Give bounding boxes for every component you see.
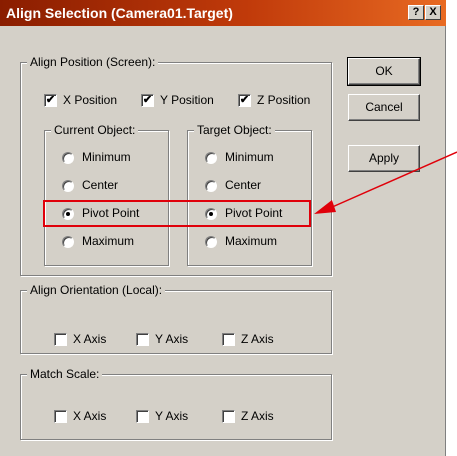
help-button[interactable]: ? [408, 5, 424, 20]
target-object-radio-button[interactable] [205, 180, 217, 192]
target-object-radio-label: Center [225, 178, 262, 192]
align-selection-dialog: Align Selection (Camera01.Target) ? X Al… [0, 0, 446, 456]
current-object-radio-button[interactable] [62, 208, 74, 220]
apply-button[interactable]: Apply [348, 145, 420, 172]
orient-x-axis-label: X Axis [73, 332, 107, 346]
y-position-label: Y Position [160, 93, 214, 107]
scale-x-axis-check[interactable] [54, 410, 67, 423]
orient-z-axis-label: Z Axis [241, 332, 274, 346]
scale-y-axis-label: Y Axis [155, 409, 189, 423]
scale-z-axis-check[interactable] [222, 410, 235, 423]
x-position-label: X Position [63, 93, 118, 107]
z-position-label: Z Position [257, 93, 311, 107]
target-object-radio-button[interactable] [205, 236, 217, 248]
target-object-radio-label: Maximum [225, 234, 278, 248]
target-object-legend: Target Object: [194, 123, 275, 137]
current-object-radio-label: Minimum [82, 150, 131, 164]
window-title: Align Selection (Camera01.Target) [6, 5, 233, 21]
scale-y-axis-check[interactable] [136, 410, 149, 423]
match-scale-legend: Match Scale: [27, 367, 103, 381]
close-button[interactable]: X [425, 5, 441, 20]
y-position-check[interactable]: ✔ [141, 94, 154, 107]
align-orientation-legend: Align Orientation (Local): [27, 283, 166, 297]
current-object-radio-button[interactable] [62, 152, 74, 164]
match-scale-group: Match Scale: [20, 367, 332, 440]
target-object-radio-button[interactable] [205, 208, 217, 220]
z-position-check[interactable]: ✔ [238, 94, 251, 107]
orient-y-axis-label: Y Axis [155, 332, 189, 346]
scale-x-axis-label: X Axis [73, 409, 107, 423]
title-bar[interactable]: Align Selection (Camera01.Target) ? X [0, 0, 446, 26]
target-object-radio-button[interactable] [205, 152, 217, 164]
current-object-radio-button[interactable] [62, 236, 74, 248]
scale-z-axis-label: Z Axis [241, 409, 274, 423]
orient-z-axis-check[interactable] [222, 333, 235, 346]
align-position-legend: Align Position (Screen): [27, 55, 159, 69]
target-object-radio-label: Minimum [225, 150, 274, 164]
current-object-radio-label: Center [82, 178, 119, 192]
current-object-radio-label: Pivot Point [82, 206, 140, 220]
current-object-radio-label: Maximum [82, 234, 135, 248]
target-object-radio-label: Pivot Point [225, 206, 283, 220]
orient-x-axis-check[interactable] [54, 333, 67, 346]
current-object-legend: Current Object: [51, 123, 139, 137]
cancel-button[interactable]: Cancel [348, 94, 420, 121]
x-position-check[interactable]: ✔ [44, 94, 57, 107]
current-object-radio-button[interactable] [62, 180, 74, 192]
orient-y-axis-check[interactable] [136, 333, 149, 346]
ok-button[interactable]: OK [347, 57, 421, 86]
